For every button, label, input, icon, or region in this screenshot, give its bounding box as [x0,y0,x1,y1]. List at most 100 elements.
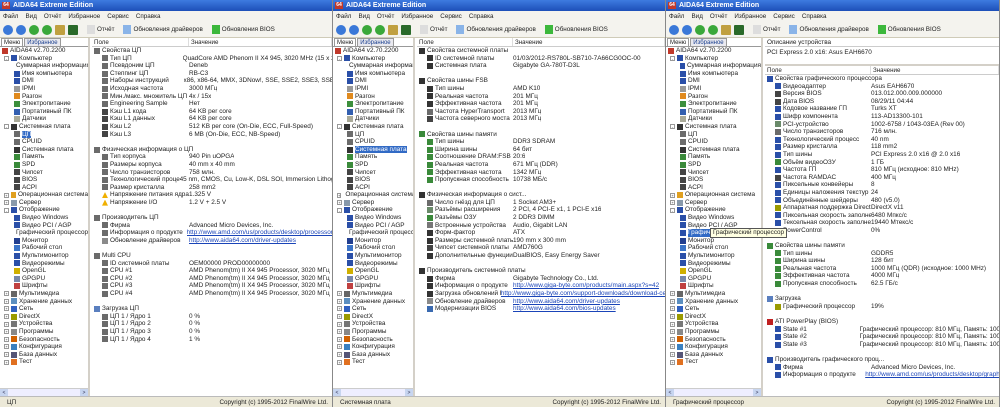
expand-icon[interactable]: + [670,359,675,365]
value-link[interactable]: http://www.aida64.com/driver-updates [189,237,296,245]
expand-icon[interactable]: + [670,329,675,335]
table-row[interactable]: Разъёмы ОЗУ 2 DDR3 DIMM [417,214,665,222]
tab-favorites[interactable]: Избранное [357,38,394,46]
user-icon[interactable] [721,24,731,35]
menu-item[interactable]: Справка [136,11,161,22]
table-row[interactable]: Пропускная способность 10738 МБ/с [417,176,665,184]
scroll-right-icon[interactable]: > [753,389,761,396]
tree-item[interactable]: + Мультимедиа [0,290,88,298]
tree-item[interactable]: Разгон [0,93,88,101]
horizontal-scrollbar[interactable]: < > [333,388,413,396]
report-window-icon[interactable] [734,24,744,35]
table-row[interactable]: Пропускная способность 62.5 ГБ/с [765,280,999,288]
expand-icon[interactable]: + [4,321,9,327]
tree-item[interactable]: IPMI [666,85,761,93]
table-row[interactable]: State #1 Графический процессор: 810 МГц, … [765,326,999,334]
tree-item[interactable]: Датчики [333,115,413,123]
collapse-icon[interactable]: - [4,55,9,61]
tree-item[interactable]: + Конфигурация [666,343,761,351]
tree-item[interactable]: ЦП [0,130,88,139]
tree-item[interactable]: + Тест [333,358,413,366]
table-row[interactable]: Мин./макс. множитель ЦП 4x / 15x [92,93,332,101]
tree-item[interactable]: GPGPU [666,275,761,283]
tree-item[interactable]: + Сеть [0,305,88,313]
table-row[interactable]: Частота RAMDAC 400 МГц [765,174,999,182]
expand-icon[interactable]: + [670,314,675,320]
section-header[interactable]: Свойства ЦП [92,47,332,55]
section-header[interactable]: Производитель системной платы [417,267,665,275]
bios-updates-button[interactable]: Обновления BIOS [877,25,941,34]
tree-item[interactable]: Видеорежимы [333,260,413,268]
tree-item[interactable]: + Устройства [333,320,413,328]
table-row[interactable]: Объединённые шейдеры 480 (v5.0) [765,197,999,205]
table-row[interactable]: Псевдоним ЦП Deneb [92,62,332,70]
tree-item[interactable]: Графический процессор [0,229,88,237]
table-row[interactable]: Тип шины DDR3 SDRAM [417,138,665,146]
refresh-icon[interactable] [42,24,52,35]
tree-item[interactable]: DMI [0,77,88,85]
expand-icon[interactable]: + [4,306,9,312]
expand-icon[interactable]: + [337,298,342,304]
table-row[interactable]: Фирма Gigabyte Technology Co., Ltd. [417,275,665,283]
expand-icon[interactable]: + [337,329,342,335]
table-row[interactable]: Частота ГП 810 МГц (исходное: 810 MHz) [765,166,999,174]
expand-icon[interactable]: + [4,314,9,320]
expand-icon[interactable]: + [337,314,342,320]
menu-item[interactable]: Избранное [68,11,100,22]
table-row[interactable]: Наборы инструкций x86, x86-64, MMX, 3DNow… [92,77,332,85]
table-row[interactable]: Число транзисторов 758 млн. [92,169,332,177]
section-header[interactable]: Свойства шины памяти [417,131,665,139]
table-row[interactable]: Фирма Advanced Micro Devices, Inc. [765,364,999,372]
tree-item[interactable]: Рабочий стол [0,244,88,252]
menu-item[interactable]: Избранное [734,11,766,22]
tree-item[interactable]: BIOS [0,176,88,184]
table-row[interactable]: ID системной платы 01/03/2012-RS780L-SB71… [417,55,665,63]
tree-item[interactable]: Видео Windows [666,214,761,222]
table-row[interactable]: State #3 Графический процессор: 810 МГц, … [765,341,999,349]
tree-item[interactable]: - Компьютер [666,55,761,63]
horizontal-scrollbar[interactable]: < > [666,388,761,396]
tree-item[interactable]: + Мультимедиа [333,290,413,298]
tree-item[interactable]: Рабочий стол [666,244,761,252]
tree-item[interactable]: + Безопасность [0,336,88,344]
back-icon[interactable] [3,24,13,35]
menu-item[interactable]: Избранное [401,11,433,22]
forward-icon[interactable] [349,24,359,35]
tree-item[interactable]: Датчики [0,115,88,123]
expand-icon[interactable]: + [4,352,9,358]
tree-item[interactable]: SPD [333,161,413,169]
collapse-icon[interactable]: - [670,124,675,130]
table-row[interactable]: Дополнительные функции DualBIOS, Easy Ene… [417,252,665,260]
table-row[interactable]: Информация о продукте http://www.amd.com/… [92,229,332,237]
tree-item[interactable]: Память [333,153,413,161]
driver-updates-button[interactable]: Обновления драйверов [123,25,203,34]
table-row[interactable]: Видеоадаптер Asus EAH6670 [765,83,999,91]
table-row[interactable]: Информация о продукте http://www.amd.com/… [765,371,999,379]
report-button[interactable]: Отчёт [420,25,447,34]
expand-icon[interactable]: + [337,336,342,342]
menu-item[interactable]: Сервис [440,11,462,22]
section-header[interactable]: Свойства графического процессора [765,75,999,83]
expand-icon[interactable]: + [670,336,675,342]
table-row[interactable]: Модернизации BIOS http://www.aida64.com/b… [417,305,665,313]
table-row[interactable]: Размеры корпуса 40 mm x 40 mm [92,161,332,169]
table-row[interactable]: Степпинг ЦП RB-C3 [92,70,332,78]
tree-item[interactable]: + Программы [333,328,413,336]
tree-item[interactable]: OpenGL [0,267,88,275]
section-header[interactable]: Свойства системной платы [417,47,665,55]
tree-item[interactable]: + Хранение данных [333,298,413,306]
menu-item[interactable]: Вид [358,11,369,22]
tree-item[interactable]: SPD [666,161,761,169]
section-header[interactable]: Свойства шины FSB [417,77,665,85]
table-row[interactable]: Пиксельные конвейеры 8 [765,181,999,189]
report-button[interactable]: Отчёт [753,25,780,34]
tree-item[interactable]: + Хранение данных [666,298,761,306]
expand-icon[interactable]: + [337,200,342,206]
column-header-field[interactable]: Поле [765,66,871,74]
tree-item[interactable]: ACPI [333,184,413,192]
scroll-right-icon[interactable]: > [80,389,88,396]
tree-item[interactable]: Портативный ПК [0,108,88,116]
user-icon[interactable] [388,24,398,35]
table-row[interactable]: Реальная частота 1000 МГц (QDR) (исходное… [765,265,999,273]
table-row[interactable]: Системная плата Gigabyte GA-780T-D3L [417,62,665,70]
